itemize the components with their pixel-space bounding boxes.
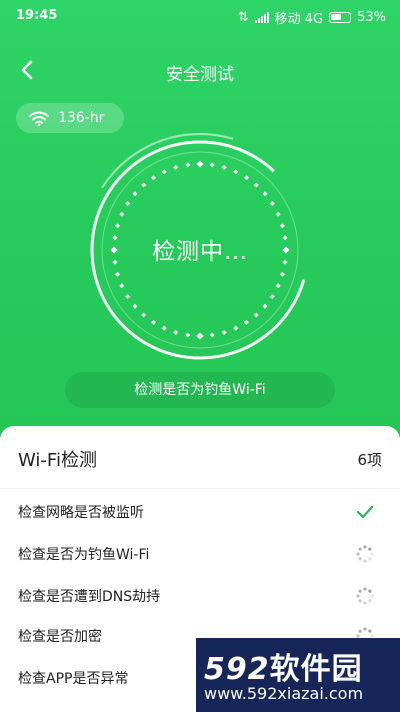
spinner-dot xyxy=(368,629,372,633)
loading-spinner-icon xyxy=(356,545,374,563)
checklist-header: Wi-Fi检测 6项 xyxy=(18,444,382,474)
dial-tick xyxy=(262,303,268,309)
spinner-dot xyxy=(356,552,360,556)
check-item: 检查是否为钓鱼Wi-Fi xyxy=(18,534,382,574)
dial-tick xyxy=(233,169,239,175)
check-item: 检查是否遭到DNS劫持 xyxy=(18,576,382,616)
check-item-label: 检查网略是否被监听 xyxy=(18,505,144,521)
dial-tick xyxy=(125,294,131,299)
dial-tick xyxy=(151,319,156,325)
divider xyxy=(0,488,400,489)
dial-tick xyxy=(209,332,215,338)
check-item-label: 检查是否加密 xyxy=(18,629,102,645)
dial-tick xyxy=(173,330,179,335)
spinner-dot xyxy=(368,557,372,561)
dial-tick xyxy=(132,191,138,197)
spinner-dot xyxy=(363,601,367,605)
checklist-title: Wi-Fi检测 xyxy=(18,450,97,471)
spinner-dot xyxy=(368,599,372,603)
spinner-dot xyxy=(370,552,374,556)
spinner-dot xyxy=(363,545,367,549)
spinner-dot xyxy=(368,547,372,551)
spinner-dot xyxy=(356,594,360,598)
dial-tick xyxy=(262,191,268,197)
watermark-url: www.592xiazai.com xyxy=(204,684,364,703)
dial-tick xyxy=(269,201,275,206)
spinner-dot xyxy=(358,557,362,561)
dial-tick xyxy=(141,312,147,318)
check-item: 检查网略是否被监听 xyxy=(18,492,382,532)
checklist-count: 6项 xyxy=(357,451,382,469)
dial-tick xyxy=(125,201,131,206)
dial-tick xyxy=(161,169,167,175)
dial-tick xyxy=(196,160,204,168)
spinner-dot xyxy=(358,599,362,603)
spinner-dot xyxy=(358,547,362,551)
dial-tick xyxy=(221,165,227,170)
dial-tick xyxy=(119,283,125,289)
watermark-banner: 592软件园 www.592xiazai.com xyxy=(196,638,400,712)
dial-tick xyxy=(280,271,285,277)
spinner-dot xyxy=(370,594,374,598)
dial-tick xyxy=(141,182,147,188)
spinner-dot xyxy=(363,559,367,563)
dial-tick xyxy=(115,223,120,229)
dial-tick xyxy=(115,271,120,277)
check-item-label: 检查APP是否异常 xyxy=(18,671,129,687)
spinner-dot xyxy=(358,629,362,633)
checkmark-icon xyxy=(356,505,374,519)
watermark-brand: 软件园 xyxy=(269,652,363,687)
check-item-label: 检查是否遭到DNS劫持 xyxy=(18,589,161,605)
dial-tick xyxy=(173,165,179,170)
dial-tick xyxy=(233,325,239,331)
spinner-dot xyxy=(363,627,367,631)
dial-tick xyxy=(244,319,249,325)
current-check-pill: 检测是否为钓鱼Wi-Fi xyxy=(65,372,335,408)
dial-tick xyxy=(275,211,281,217)
dial-tick xyxy=(196,332,204,340)
dial-tick xyxy=(253,312,259,318)
dial-tick xyxy=(185,162,191,168)
loading-spinner-icon xyxy=(356,587,374,605)
dial-tick xyxy=(209,162,215,168)
dial-tick xyxy=(280,223,285,229)
dial-tick xyxy=(253,182,259,188)
watermark-number: 592 xyxy=(204,652,270,687)
watermark-logo: 592软件园 xyxy=(204,644,363,688)
spinner-dot xyxy=(358,589,362,593)
scan-status-text: 检测中… xyxy=(152,239,248,265)
dial-tick xyxy=(244,175,249,181)
spinner-dot xyxy=(368,589,372,593)
dial-tick xyxy=(269,294,275,299)
check-item-label: 检查是否为钓鱼Wi-Fi xyxy=(18,547,150,563)
dial-tick xyxy=(119,211,125,217)
spinner-dot xyxy=(363,587,367,591)
dial-tick xyxy=(185,332,191,338)
dial-tick xyxy=(275,283,281,289)
dial-tick xyxy=(161,325,167,331)
dial-tick xyxy=(151,175,156,181)
dial-tick xyxy=(221,330,227,335)
dial-tick xyxy=(132,303,138,309)
